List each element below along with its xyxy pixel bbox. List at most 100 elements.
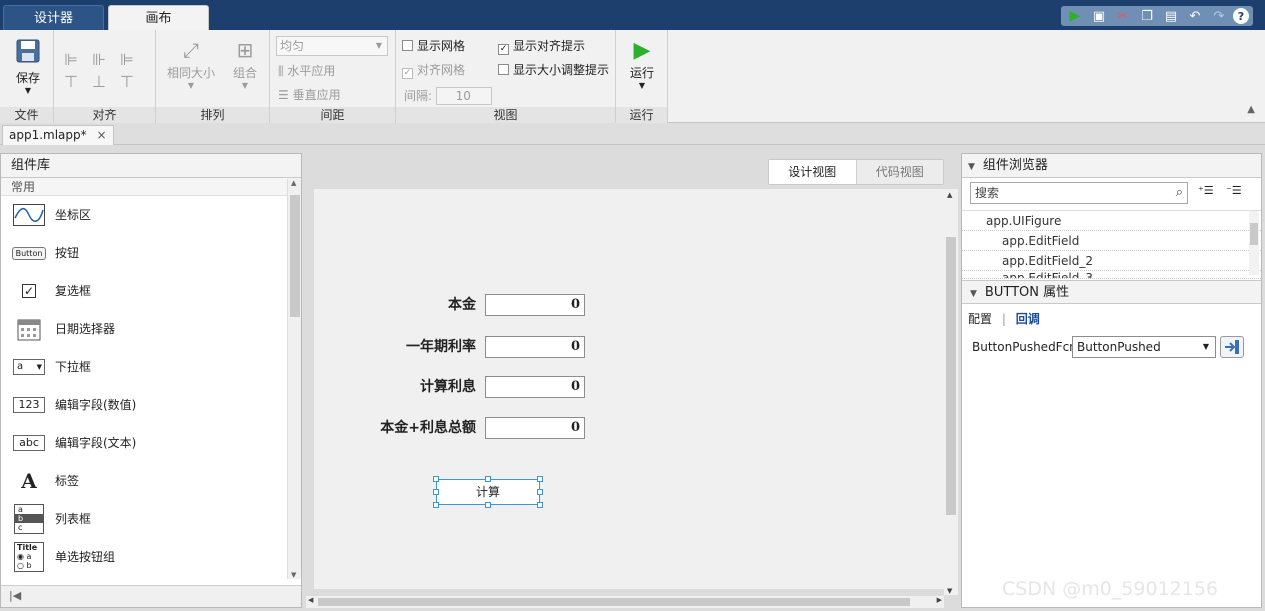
scroll-up-icon[interactable]: ▲ xyxy=(291,179,296,187)
spacing-dropdown[interactable]: 均匀 ▼ xyxy=(276,36,388,56)
scroll-down-icon[interactable]: ▼ xyxy=(291,571,296,579)
tab-callbacks[interactable]: 回调 xyxy=(1016,312,1040,326)
snap-grid-checkbox[interactable]: ✓ 对齐网格 xyxy=(402,61,465,79)
tab-configuration[interactable]: 配置 xyxy=(968,312,992,326)
collapse-ribbon-icon[interactable]: ▲ xyxy=(1247,104,1255,115)
interest-field[interactable]: 0 xyxy=(485,376,585,398)
tree-node-editfield-2[interactable]: app.EditField_2 xyxy=(962,251,1261,271)
show-grid-label: 显示网格 xyxy=(417,39,466,53)
tab-designer[interactable]: 设计器 xyxy=(3,5,104,30)
run-button[interactable]: ▶ 运行 ▼ xyxy=(624,38,660,90)
tree-node-uifigure[interactable]: app.UIFigure xyxy=(962,211,1261,231)
callback-select[interactable]: ButtonPushed ▼ xyxy=(1072,336,1216,358)
properties-tabs: 配置 | 回调 xyxy=(968,310,1040,327)
resize-handle[interactable] xyxy=(433,502,439,508)
expand-tree-icon[interactable]: ⁺☰ xyxy=(1198,184,1214,197)
paste-icon[interactable]: ▤ xyxy=(1161,7,1181,25)
redo-icon[interactable]: ↷ xyxy=(1209,7,1229,25)
library-item-listbox[interactable]: a b c 列表框 xyxy=(1,500,301,538)
library-item-dropdown[interactable]: a ▼ 下拉框 xyxy=(1,348,301,386)
save-button[interactable]: 保存 ▼ xyxy=(8,38,48,95)
tree-node-editfield[interactable]: app.EditField xyxy=(962,231,1261,251)
component-browser-header[interactable]: ▼ 组件浏览器 xyxy=(962,154,1261,178)
resize-handle[interactable] xyxy=(485,502,491,508)
ribbon-spacing-section: 均匀 ▼ ⫼ 水平应用 ☰ 垂直应用 间距 xyxy=(270,30,396,123)
library-item-datepicker[interactable]: 日期选择器 xyxy=(1,310,301,348)
resize-handle[interactable] xyxy=(537,502,543,508)
canvas-horizontal-thumb[interactable] xyxy=(318,598,910,606)
save-icon[interactable]: ▣ xyxy=(1089,7,1109,25)
library-item-axes[interactable]: 坐标区 xyxy=(1,196,301,234)
apply-vertical-button[interactable]: ☰ 垂直应用 xyxy=(278,86,341,103)
search-input[interactable]: 搜索 ⌕ xyxy=(970,182,1188,204)
show-align-hints-checkbox[interactable]: ✓ 显示对齐提示 xyxy=(498,37,585,55)
principal-field[interactable]: 0 xyxy=(485,294,585,316)
same-size-button[interactable]: ⤢ 相同大小 ▼ xyxy=(164,38,218,90)
resize-handle[interactable] xyxy=(433,476,439,482)
close-icon[interactable]: × xyxy=(96,128,106,142)
chevron-down-icon: ▼ xyxy=(638,81,646,90)
label-icon: A xyxy=(13,468,45,494)
library-item-button[interactable]: Button 按钮 xyxy=(1,234,301,272)
vertical-spacing-icon: ☰ xyxy=(278,88,293,102)
library-item-label-component[interactable]: A 标签 xyxy=(1,462,301,500)
resize-handle[interactable] xyxy=(537,489,543,495)
scroll-up-icon[interactable]: ▲ xyxy=(947,191,952,199)
show-grid-checkbox[interactable]: 显示网格 xyxy=(402,37,465,54)
properties-header[interactable]: ▼ BUTTON 属性 xyxy=(962,280,1261,304)
collapse-tree-icon[interactable]: ⁻☰ xyxy=(1226,184,1242,197)
canvas-vertical-thumb[interactable] xyxy=(946,237,956,515)
library-item-label: 坐标区 xyxy=(55,208,92,222)
scroll-right-icon[interactable]: ▶ xyxy=(937,596,942,604)
library-scrollbar[interactable]: ▲ ▼ xyxy=(287,179,301,579)
document-tab[interactable]: app1.mlapp* × xyxy=(2,125,114,145)
listbox-icon-row: c xyxy=(18,523,23,532)
scroll-down-icon[interactable]: ▼ xyxy=(947,587,952,595)
resize-handle[interactable] xyxy=(537,476,543,482)
library-item-label: 日期选择器 xyxy=(55,322,116,336)
canvas-horizontal-scrollbar[interactable]: ◀ ▶ xyxy=(306,596,944,608)
canvas-vertical-scrollbar[interactable]: ▲ ▼ xyxy=(944,189,958,595)
section-label-spacing: 间距 xyxy=(270,107,395,123)
tree-scrollbar[interactable] xyxy=(1249,211,1259,275)
library-item-text-field[interactable]: abc 编辑字段(文本) xyxy=(1,424,301,462)
copy-icon[interactable]: ❐ xyxy=(1137,7,1157,25)
tab-code-view[interactable]: 代码视图 xyxy=(857,160,944,184)
design-canvas-area: 设计视图 代码视图 本金 0 一年期利率 0 计算利息 0 本金+利息总额 0 … xyxy=(306,153,958,608)
interest-rate-row: 一年期利率 xyxy=(314,336,484,358)
ui-figure[interactable]: 本金 0 一年期利率 0 计算利息 0 本金+利息总额 0 计算 xyxy=(314,189,944,589)
chevron-down-icon: ▼ xyxy=(241,81,249,90)
show-resize-hints-label: 显示大小调整提示 xyxy=(513,63,610,77)
library-scrollbar-thumb[interactable] xyxy=(290,195,300,317)
collapse-panel-icon[interactable]: |◀ xyxy=(9,589,21,602)
search-icon: ⌕ xyxy=(1175,185,1183,200)
cut-icon[interactable]: ✂ xyxy=(1113,7,1133,25)
total-field[interactable]: 0 xyxy=(485,417,585,439)
resize-handle[interactable] xyxy=(485,476,491,482)
tree-node-editfield-3[interactable]: app.EditField_3 xyxy=(962,271,1261,279)
align-top-icon[interactable]: ⊤⊥⊤ xyxy=(64,72,148,91)
chevron-down-icon: ▼ xyxy=(1202,342,1209,351)
tree-scrollbar-thumb[interactable] xyxy=(1250,223,1258,245)
resize-handle[interactable] xyxy=(433,489,439,495)
library-item-numeric-field[interactable]: 123 编辑字段(数值) xyxy=(1,386,301,424)
checkbox-checked-icon: ✓ xyxy=(402,68,413,79)
align-left-icon[interactable]: ⊫⊪⊫ xyxy=(64,50,148,69)
show-resize-hints-checkbox[interactable]: 显示大小调整提示 xyxy=(498,61,609,78)
undo-icon[interactable]: ↶ xyxy=(1185,7,1205,25)
group-button[interactable]: ⊞ 组合 ▼ xyxy=(226,38,264,90)
library-item-label: 编辑字段(文本) xyxy=(55,436,137,450)
tab-design-view[interactable]: 设计视图 xyxy=(769,160,857,184)
go-to-callback-button[interactable] xyxy=(1220,336,1244,358)
collapse-triangle-icon: ▼ xyxy=(968,162,975,172)
library-item-checkbox[interactable]: ✓ 复选框 xyxy=(1,272,301,310)
library-item-radio-group[interactable]: Title ◉ a ○ b 单选按钮组 xyxy=(1,538,301,576)
apply-horizontal-button[interactable]: ⫼ 水平应用 xyxy=(278,62,335,79)
interest-rate-field[interactable]: 0 xyxy=(485,336,585,358)
run-icon[interactable]: ▶ xyxy=(1065,7,1085,25)
interval-spinner[interactable]: 10 xyxy=(435,87,492,105)
scroll-left-icon[interactable]: ◀ xyxy=(308,596,313,604)
ribbon: 保存 ▼ 文件 ⊫⊪⊫ ⊤⊥⊤ 对齐 ⤢ 相同大小 ▼ ⊞ 组合 ▼ 排列 均匀… xyxy=(0,30,1265,123)
tab-canvas[interactable]: 画布 xyxy=(108,5,209,30)
help-icon[interactable]: ? xyxy=(1233,8,1249,24)
